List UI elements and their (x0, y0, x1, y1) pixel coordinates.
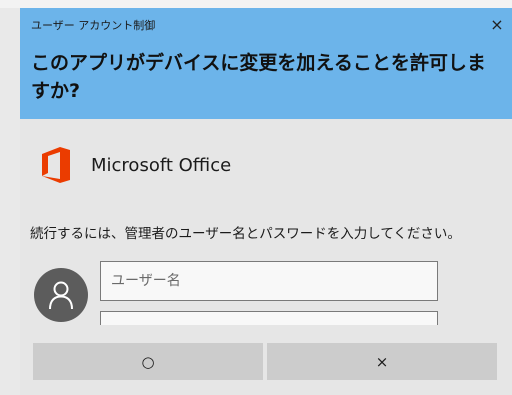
username-input[interactable] (100, 261, 438, 301)
app-name: Microsoft Office (91, 155, 232, 176)
no-button-label: × (375, 352, 389, 371)
yes-button-label: ○ (141, 352, 155, 371)
no-button[interactable]: × (267, 343, 497, 380)
uac-dialog: ユーザー アカウント制御 × このアプリがデバイスに変更を加えることを許可します… (20, 8, 512, 395)
dialog-header: ユーザー アカウント制御 × このアプリがデバイスに変更を加えることを許可します… (20, 8, 512, 119)
uac-title: ユーザー アカウント制御 (31, 19, 156, 32)
background-window (0, 0, 20, 395)
credentials-instruction: 続行するには、管理者のユーザー名とパスワードを入力してください。 (30, 226, 461, 242)
permission-question: このアプリがデバイスに変更を加えることを許可しますか? (31, 52, 486, 102)
yes-button[interactable]: ○ (33, 343, 263, 380)
close-button[interactable]: × (485, 12, 509, 36)
user-avatar-icon (34, 268, 88, 322)
background-window-top (0, 0, 512, 8)
password-input[interactable] (100, 311, 438, 325)
close-icon: × (490, 14, 504, 34)
office-logo-icon (38, 145, 74, 185)
